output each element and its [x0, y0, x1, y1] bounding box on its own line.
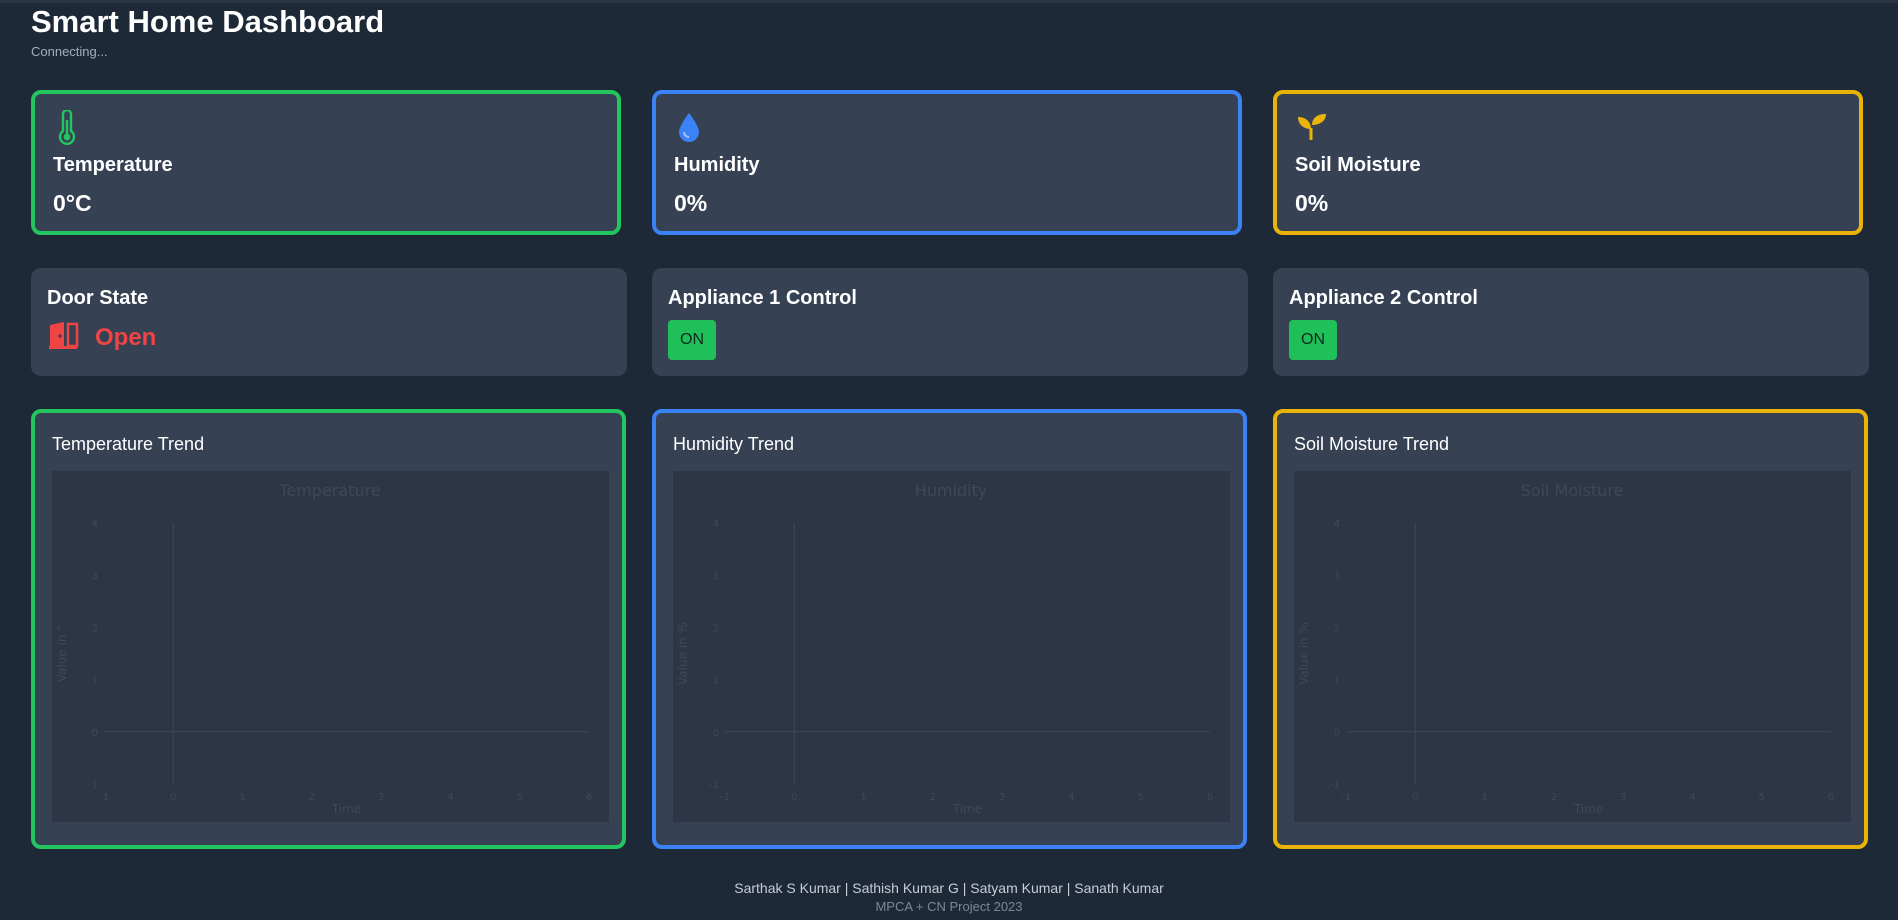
y-tick-label: 4 [1334, 519, 1340, 530]
x-tick-label: 1 [860, 792, 866, 803]
y-tick-label: 4 [92, 519, 98, 530]
y-tick-label: 4 [713, 519, 719, 530]
chart-title: Temperature [278, 481, 380, 500]
humidity-trend-card: Humidity Trend Humidity -1 0 1 2 3 4 5 6 -1 0 1 2 3 4 T… [652, 409, 1247, 849]
top-strip [0, 0, 1898, 3]
appliance-1-label: Appliance 1 Control [668, 287, 857, 309]
y-tick-label: -1 [1330, 780, 1340, 791]
soil-moisture-chart: Soil Moisture -1 0 1 2 3 4 5 6 -1 0 1 2 3 4 Time Value i… [1294, 471, 1851, 822]
x-tick-label: 1 [1481, 792, 1487, 803]
x-tick-label: 3 [1620, 792, 1626, 803]
seedling-icon [1295, 110, 1327, 146]
x-tick-label: 4 [1068, 792, 1074, 803]
chart-title: Humidity [915, 481, 988, 500]
temperature-value: 0°C [53, 190, 92, 216]
x-tick-label: 0 [791, 792, 797, 803]
thermometer-icon [53, 108, 85, 146]
x-tick-label: 0 [1412, 792, 1418, 803]
y-tick-label: 1 [1334, 676, 1340, 687]
water-drop-icon [674, 110, 706, 146]
x-tick-label: 3 [999, 792, 1005, 803]
y-axis-label: Value in ° [55, 625, 69, 683]
x-axis-label: Time [331, 802, 361, 816]
x-tick-label: 6 [586, 792, 592, 803]
y-tick-label: 3 [713, 571, 719, 582]
appliance-1-card: Appliance 1 Control ON [652, 268, 1248, 376]
x-tick-label: 6 [1828, 792, 1834, 803]
y-tick-label: 0 [713, 728, 719, 739]
y-tick-label: 1 [713, 676, 719, 687]
x-axis-label: Time [952, 802, 982, 816]
y-tick-label: 3 [1334, 571, 1340, 582]
header: Smart Home Dashboard Connecting... [31, 4, 384, 59]
humidity-chart: Humidity -1 0 1 2 3 4 5 6 -1 0 1 2 3 4 Time Value in % [673, 471, 1230, 822]
temperature-trend-title: Temperature Trend [52, 434, 205, 454]
temperature-label: Temperature [53, 154, 173, 176]
humidity-label: Humidity [674, 154, 760, 176]
x-tick-label: 2 [930, 792, 936, 803]
appliance-2-label: Appliance 2 Control [1289, 287, 1478, 309]
soil-moisture-trend-card: Soil Moisture Trend Soil Moisture -1 0 1 2 3 4… [1273, 409, 1868, 849]
y-tick-label: 2 [92, 623, 98, 634]
soil-moisture-trend-title: Soil Moisture Trend [1294, 434, 1450, 454]
door-open-icon [47, 321, 79, 354]
y-tick-label: 1 [92, 676, 98, 687]
x-tick-label: 5 [1759, 792, 1765, 803]
y-axis-label: Value in % [676, 622, 690, 685]
temperature-chart: Temperature -1 0 1 2 3 4 5 6 -1 0 1 2 3 4 Time Value in … [52, 471, 609, 822]
x-tick-label: 4 [1689, 792, 1695, 803]
soil-moisture-label: Soil Moisture [1295, 154, 1421, 176]
footer: Sarthak S Kumar | Sathish Kumar G | Saty… [0, 880, 1898, 914]
y-tick-label: 2 [713, 623, 719, 634]
footer-project: MPCA + CN Project 2023 [875, 899, 1023, 914]
temperature-card: Temperature 0°C [31, 90, 621, 235]
door-state-value: Open [95, 323, 157, 351]
x-tick-label: 2 [1551, 792, 1557, 803]
page-title: Smart Home Dashboard [31, 4, 385, 39]
x-tick-label: 4 [447, 792, 453, 803]
x-tick-label: -1 [99, 792, 109, 803]
x-tick-label: 2 [309, 792, 315, 803]
door-state-row: Open [47, 321, 156, 354]
appliance-2-toggle-button[interactable]: ON [1289, 320, 1337, 360]
x-tick-label: 0 [170, 792, 176, 803]
x-tick-label: 5 [1138, 792, 1144, 803]
door-state-card: Door State Open [31, 268, 627, 376]
humidity-value: 0% [674, 190, 708, 216]
humidity-card: Humidity 0% [652, 90, 1242, 235]
x-tick-label: 3 [378, 792, 384, 803]
door-state-label: Door State [47, 287, 149, 309]
appliance-1-toggle-button[interactable]: ON [668, 320, 716, 360]
x-axis-label: Time [1573, 802, 1603, 816]
y-tick-label: -1 [88, 780, 98, 791]
connection-status: Connecting... [31, 44, 108, 59]
x-tick-label: -1 [1341, 792, 1351, 803]
x-tick-label: -1 [720, 792, 730, 803]
x-tick-label: 1 [239, 792, 245, 803]
temperature-trend-card: Temperature Trend Temperature -1 0 1 2 3 4 5 6 -1… [31, 409, 626, 849]
chart-title: Soil Moisture [1521, 481, 1624, 500]
appliance-2-card: Appliance 2 Control ON [1273, 268, 1869, 376]
y-tick-label: 0 [1334, 728, 1340, 739]
x-tick-label: 5 [517, 792, 523, 803]
footer-credits: Sarthak S Kumar | Sathish Kumar G | Saty… [734, 880, 1164, 896]
y-tick-label: -1 [709, 780, 719, 791]
humidity-trend-title: Humidity Trend [673, 434, 795, 454]
soil-moisture-card: Soil Moisture 0% [1273, 90, 1863, 235]
y-axis-label: Value in % [1297, 622, 1311, 685]
soil-moisture-value: 0% [1295, 190, 1329, 216]
y-tick-label: 0 [92, 728, 98, 739]
x-tick-label: 6 [1207, 792, 1213, 803]
y-tick-label: 3 [92, 571, 98, 582]
y-tick-label: 2 [1334, 623, 1340, 634]
